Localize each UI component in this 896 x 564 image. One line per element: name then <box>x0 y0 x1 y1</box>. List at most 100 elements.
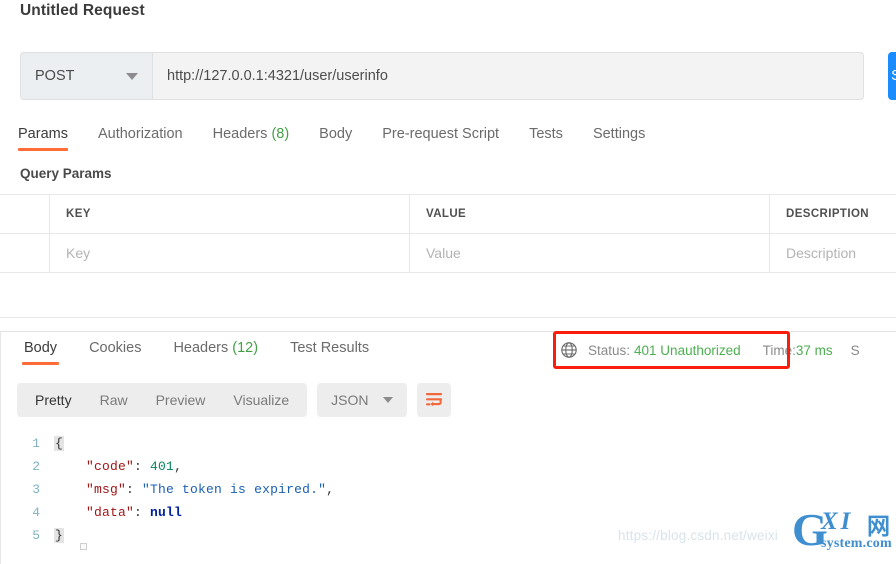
view-mode-visualize[interactable]: Visualize <box>219 383 303 417</box>
tab-label: Headers <box>173 340 229 356</box>
response-tab-body[interactable]: Body <box>21 338 60 365</box>
request-tabs: Params Authorization Headers (8) Body Pre-re… <box>18 122 675 151</box>
table-header-row: KEY VALUE DESCRIPTION <box>0 194 896 234</box>
request-tab-settings[interactable]: Settings <box>593 122 645 151</box>
row-checkbox[interactable] <box>0 233 50 273</box>
header-description: DESCRIPTION <box>786 208 869 220</box>
code-line: 1{ <box>0 432 896 455</box>
line-number: 5 <box>32 528 40 543</box>
tab-label: Settings <box>592 126 646 142</box>
line-number: 3 <box>32 482 40 497</box>
status-label: Status: <box>588 342 631 358</box>
code-line: 4 "data": null <box>0 501 896 524</box>
logo-letters-xi: XI <box>821 508 854 535</box>
tab-label: Body <box>24 340 58 356</box>
send-button[interactable]: Send <box>888 52 896 100</box>
word-wrap-button[interactable] <box>416 383 451 417</box>
size-label: S <box>850 342 860 358</box>
value-input[interactable]: Value <box>410 233 770 273</box>
view-mode-raw[interactable]: Raw <box>86 383 142 417</box>
request-tab-body[interactable]: Body <box>319 122 352 151</box>
line-content: { <box>54 436 65 451</box>
token-null: null <box>150 505 183 520</box>
request-tab-pre-request-script[interactable]: Pre-request Script <box>382 122 499 151</box>
tab-label: Pre-request Script <box>382 126 500 142</box>
line-content: "code": 401, <box>54 459 182 474</box>
token-punc: , <box>326 482 335 497</box>
line-content: "msg": "The token is expired.", <box>54 482 334 497</box>
tab-count: (8) <box>267 126 290 142</box>
token-key: "msg" <box>86 482 127 497</box>
line-number: 4 <box>32 505 40 520</box>
tab-label: Params <box>18 126 68 142</box>
response-tab-test-results[interactable]: Test Results <box>290 338 369 365</box>
response-tab-headers[interactable]: Headers (12) <box>173 338 258 365</box>
tab-label: Test Results <box>290 340 370 356</box>
tab-label: Body <box>319 126 353 142</box>
chevron-down-icon <box>382 397 393 403</box>
format-dropdown[interactable]: JSON <box>317 383 407 417</box>
line-content: "data": null <box>54 505 182 520</box>
table-row[interactable]: Key Value Description <box>0 233 896 273</box>
token-brace: { <box>54 436 65 451</box>
line-number: 1 <box>32 436 40 451</box>
word-wrap-icon <box>425 393 442 407</box>
tab-count: (12) <box>228 340 259 356</box>
request-tab-params[interactable]: Params <box>18 122 68 151</box>
time-label: Time: <box>762 342 796 358</box>
tab-label: Headers <box>212 126 268 142</box>
code-line: 3 "msg": "The token is expired.", <box>0 478 896 501</box>
header-value: VALUE <box>410 194 770 234</box>
token-punc: : <box>134 459 151 474</box>
response-tab-cookies[interactable]: Cookies <box>89 338 141 365</box>
request-tab-tests[interactable]: Tests <box>529 122 563 151</box>
token-punc: : <box>126 482 143 497</box>
token-punc: , <box>174 459 183 474</box>
code-line: 2 "code": 401, <box>0 455 896 478</box>
time-value: 37 ms <box>795 342 833 358</box>
http-method-dropdown[interactable]: POST <box>20 52 152 100</box>
response-status-strip: Status: 401 Unauthorized Time: 37 ms S <box>560 341 860 359</box>
view-mode-preview[interactable]: Preview <box>142 383 220 417</box>
header-key: KEY <box>50 194 410 234</box>
header-checkbox-cell <box>0 194 50 234</box>
query-params-label: Query Params <box>20 166 112 181</box>
url-text: http://127.0.0.1:4321/user/userinfo <box>167 68 388 84</box>
tab-label: Tests <box>529 126 563 142</box>
watermark-logo: G XI 网 system.com <box>792 505 896 557</box>
request-tab-headers[interactable]: Headers (8) <box>213 122 290 151</box>
chevron-down-icon <box>126 72 138 80</box>
table-empty-space <box>0 273 896 317</box>
token-key: "data" <box>86 505 135 520</box>
request-tab-authorization[interactable]: Authorization <box>98 122 183 151</box>
view-mode-group: Pretty Raw Preview Visualize <box>17 383 308 417</box>
line-number: 2 <box>32 459 40 474</box>
status-badge: 401 Unauthorized <box>634 342 741 358</box>
line-content: } <box>54 528 65 543</box>
http-method-label: POST <box>35 68 75 84</box>
query-params-table: KEY VALUE DESCRIPTION Key Value Descript… <box>0 194 896 318</box>
token-num: 401 <box>150 459 175 474</box>
key-input[interactable]: Key <box>50 233 410 273</box>
description-input[interactable]: Description <box>770 234 896 273</box>
tab-label: Authorization <box>97 126 183 142</box>
globe-icon <box>561 342 577 358</box>
view-mode-pretty[interactable]: Pretty <box>21 383 86 417</box>
token-str: "The token is expired." <box>142 482 327 497</box>
response-divider[interactable] <box>0 331 896 332</box>
token-key: "code" <box>86 459 135 474</box>
postman-window: Untitled Request POST http://127.0.0.1:4… <box>0 0 896 564</box>
resize-handle[interactable] <box>80 543 87 550</box>
tab-label: Cookies <box>89 340 142 356</box>
response-viewer-toolbar: Pretty Raw Preview Visualize JSON <box>17 383 451 417</box>
page-title: Untitled Request <box>20 2 145 19</box>
url-input[interactable]: http://127.0.0.1:4321/user/userinfo <box>152 52 864 100</box>
logo-domain: system.com <box>821 536 892 551</box>
url-bar: POST http://127.0.0.1:4321/user/userinfo <box>20 52 864 100</box>
token-punc: : <box>134 505 151 520</box>
format-label: JSON <box>331 392 369 408</box>
watermark-url: https://blog.csdn.net/weixi <box>618 528 778 543</box>
